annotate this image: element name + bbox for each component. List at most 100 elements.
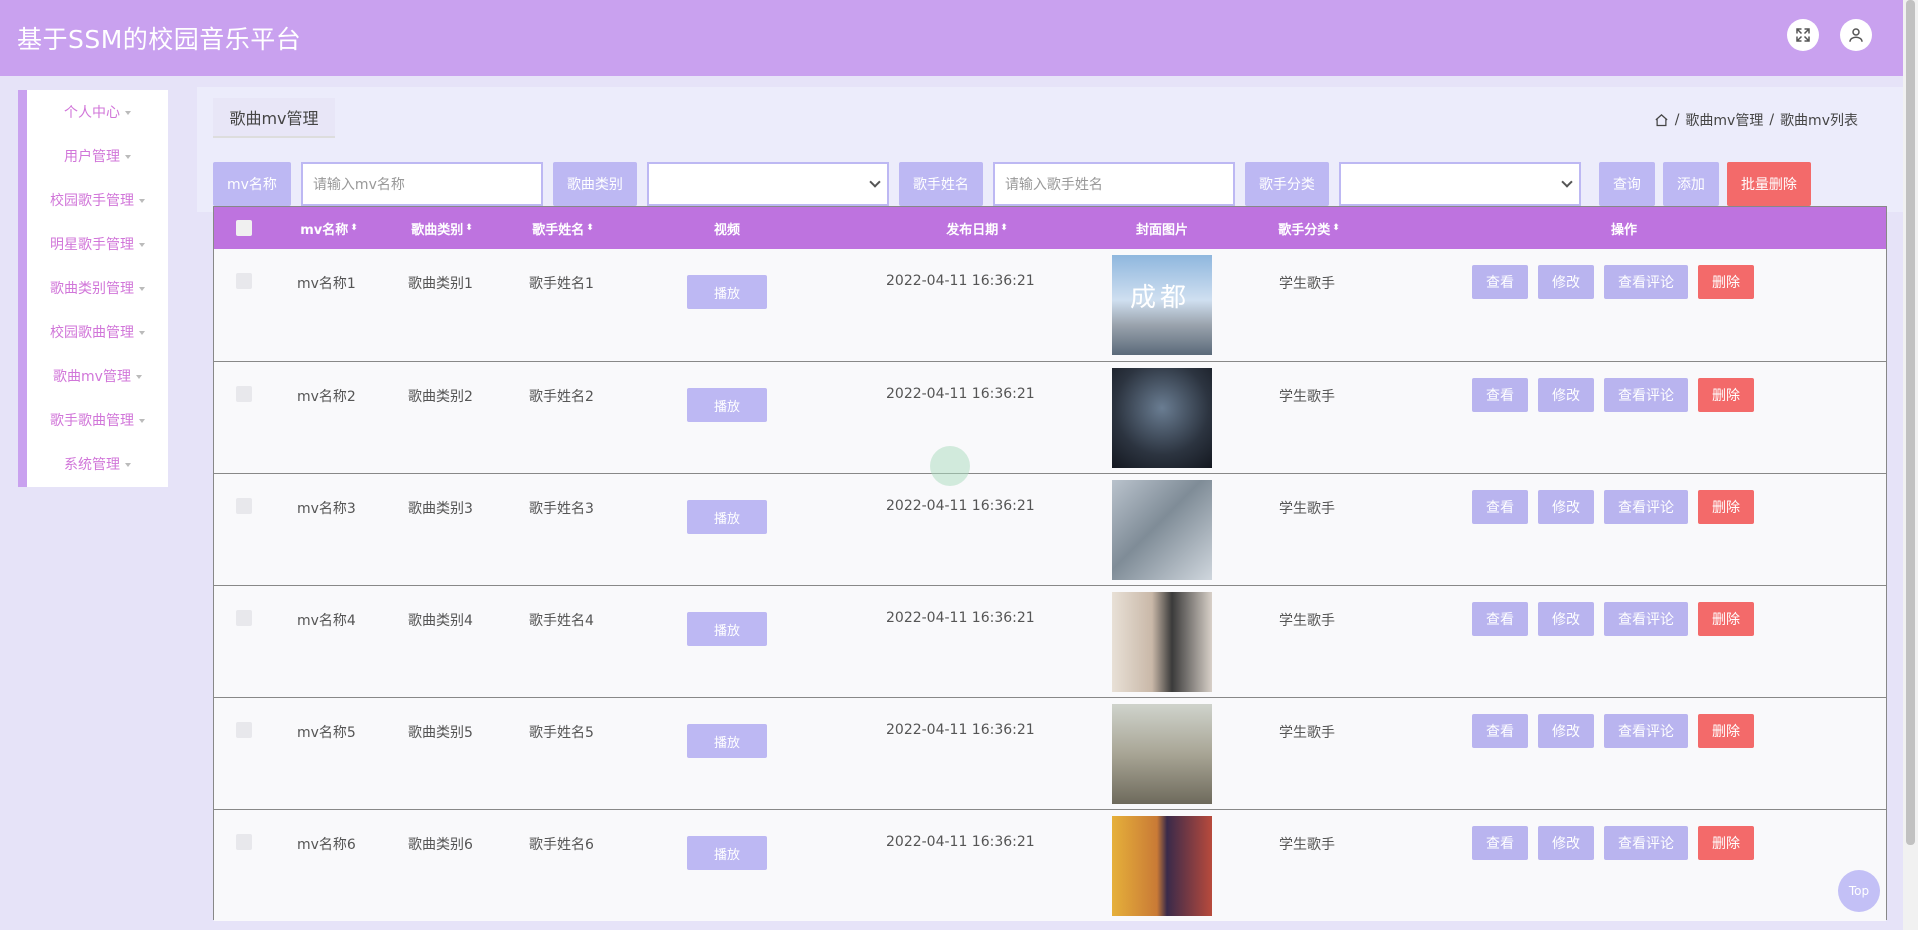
row-checkbox[interactable] bbox=[236, 273, 252, 289]
row-checkbox[interactable] bbox=[236, 722, 252, 738]
cell-singer: 歌手姓名5 bbox=[529, 725, 594, 741]
play-button[interactable]: 播放 bbox=[687, 388, 767, 422]
cell-date: 2022-04-11 16:36:21 bbox=[886, 386, 1035, 402]
category-select[interactable] bbox=[646, 162, 889, 206]
sidebar-item-star-singer[interactable]: 明星歌手管理 bbox=[27, 222, 168, 266]
home-icon[interactable] bbox=[1654, 113, 1669, 128]
category-label: 歌曲类别 bbox=[552, 162, 637, 206]
edit-button[interactable]: 修改 bbox=[1538, 378, 1594, 412]
sidebar-item-system[interactable]: 系统管理 bbox=[27, 442, 168, 486]
delete-button[interactable]: 删除 bbox=[1698, 602, 1754, 636]
cover-image bbox=[1112, 368, 1212, 468]
delete-button[interactable]: 删除 bbox=[1698, 826, 1754, 860]
row-actions: 查看 修改 查看评论 删除 bbox=[1472, 602, 1754, 636]
row-actions: 查看 修改 查看评论 删除 bbox=[1472, 714, 1754, 748]
edit-button[interactable]: 修改 bbox=[1538, 602, 1594, 636]
expand-icon bbox=[1796, 28, 1810, 42]
query-button[interactable]: 查询 bbox=[1598, 162, 1655, 206]
play-button[interactable]: 播放 bbox=[687, 500, 767, 534]
back-to-top-button[interactable]: Top bbox=[1838, 870, 1880, 912]
cover-caption: 成都 bbox=[1130, 283, 1191, 313]
table-row: mv名称3 歌曲类别3 歌手姓名3 播放 2022-04-11 16:36:21 学生歌手… bbox=[214, 473, 1886, 585]
add-button[interactable]: 添加 bbox=[1662, 162, 1719, 206]
view-button[interactable]: 查看 bbox=[1472, 714, 1528, 748]
edit-button[interactable]: 修改 bbox=[1538, 714, 1594, 748]
singer-name-label: 歌手姓名 bbox=[898, 162, 983, 206]
breadcrumb-item[interactable]: 歌曲mv管理 bbox=[1685, 110, 1763, 130]
edit-button[interactable]: 修改 bbox=[1538, 826, 1594, 860]
view-button[interactable]: 查看 bbox=[1472, 602, 1528, 636]
col-cover: 封面图片 bbox=[1135, 222, 1188, 238]
caret-down-icon bbox=[139, 199, 145, 203]
view-comments-button[interactable]: 查看评论 bbox=[1604, 826, 1688, 860]
row-actions: 查看 修改 查看评论 删除 bbox=[1472, 265, 1754, 299]
play-button[interactable]: 播放 bbox=[687, 612, 767, 646]
col-singer[interactable]: 歌手姓名 ⬍ bbox=[518, 207, 608, 249]
singer-name-input[interactable]: 请输入歌手姓名 bbox=[992, 162, 1235, 206]
batch-delete-button[interactable]: 批量删除 bbox=[1726, 162, 1811, 206]
play-button[interactable]: 播放 bbox=[687, 836, 767, 870]
cell-singer-type: 学生歌手 bbox=[1279, 389, 1335, 405]
view-comments-button[interactable]: 查看评论 bbox=[1604, 378, 1688, 412]
delete-button[interactable]: 删除 bbox=[1698, 714, 1754, 748]
sidebar-item-campus-song[interactable]: 校园歌曲管理 bbox=[27, 310, 168, 354]
tab-song-mv[interactable]: 歌曲mv管理 bbox=[213, 98, 335, 138]
row-checkbox[interactable] bbox=[236, 610, 252, 626]
row-checkbox[interactable] bbox=[236, 834, 252, 850]
mv-name-input[interactable]: 请输入mv名称 bbox=[300, 162, 543, 206]
view-comments-button[interactable]: 查看评论 bbox=[1604, 490, 1688, 524]
singer-type-select[interactable] bbox=[1338, 162, 1581, 206]
cell-mv-name: mv名称3 bbox=[297, 501, 356, 517]
view-comments-button[interactable]: 查看评论 bbox=[1604, 602, 1688, 636]
cell-category: 歌曲类别5 bbox=[408, 725, 473, 741]
delete-button[interactable]: 删除 bbox=[1698, 490, 1754, 524]
delete-button[interactable]: 删除 bbox=[1698, 265, 1754, 299]
view-button[interactable]: 查看 bbox=[1472, 826, 1528, 860]
edit-button[interactable]: 修改 bbox=[1538, 265, 1594, 299]
cover-image bbox=[1112, 816, 1212, 916]
cell-date: 2022-04-11 16:36:21 bbox=[886, 834, 1035, 850]
cell-singer: 歌手姓名2 bbox=[529, 389, 594, 405]
sidebar-item-song-mv[interactable]: 歌曲mv管理 bbox=[27, 354, 168, 398]
sidebar-item-singer-song[interactable]: 歌手歌曲管理 bbox=[27, 398, 168, 442]
cell-date: 2022-04-11 16:36:21 bbox=[886, 722, 1035, 738]
col-singer-type[interactable]: 歌手分类 ⬍ bbox=[1264, 207, 1354, 249]
scrollbar-thumb[interactable] bbox=[1906, 0, 1915, 845]
table-header: mv名称 ⬍ 歌曲类别 ⬍ 歌手姓名 ⬍ 视频 发布日期 ⬍ 封面图片 歌手分类 ⬍ 操作 bbox=[214, 207, 1886, 249]
cell-singer-type: 学生歌手 bbox=[1279, 613, 1335, 629]
sidebar-item-user-management[interactable]: 用户管理 bbox=[27, 134, 168, 178]
view-button[interactable]: 查看 bbox=[1472, 490, 1528, 524]
view-button[interactable]: 查看 bbox=[1472, 265, 1528, 299]
row-checkbox[interactable] bbox=[236, 386, 252, 402]
view-button[interactable]: 查看 bbox=[1472, 378, 1528, 412]
sort-icon: ⬍ bbox=[1332, 222, 1340, 233]
user-avatar-button[interactable] bbox=[1840, 19, 1872, 51]
row-checkbox[interactable] bbox=[236, 498, 252, 514]
caret-down-icon bbox=[139, 419, 145, 423]
col-mv-name[interactable]: mv名称 ⬍ bbox=[289, 207, 369, 249]
play-button[interactable]: 播放 bbox=[687, 724, 767, 758]
row-actions: 查看 修改 查看评论 删除 bbox=[1472, 378, 1754, 412]
sort-icon: ⬍ bbox=[350, 222, 358, 233]
view-comments-button[interactable]: 查看评论 bbox=[1604, 265, 1688, 299]
sort-icon: ⬍ bbox=[586, 222, 594, 233]
cell-category: 歌曲类别6 bbox=[408, 837, 473, 853]
cell-mv-name: mv名称2 bbox=[297, 389, 356, 405]
col-date[interactable]: 发布日期 ⬍ bbox=[917, 207, 1037, 249]
caret-down-icon bbox=[125, 155, 131, 159]
caret-down-icon bbox=[139, 331, 145, 335]
sidebar-item-campus-singer[interactable]: 校园歌手管理 bbox=[27, 178, 168, 222]
sidebar-item-personal-center[interactable]: 个人中心 bbox=[27, 90, 168, 134]
row-actions: 查看 修改 查看评论 删除 bbox=[1472, 826, 1754, 860]
delete-button[interactable]: 删除 bbox=[1698, 378, 1754, 412]
app-title: 基于SSM的校园音乐平台 bbox=[17, 25, 302, 54]
sidebar-item-song-category[interactable]: 歌曲类别管理 bbox=[27, 266, 168, 310]
page-scrollbar[interactable] bbox=[1903, 0, 1918, 930]
edit-button[interactable]: 修改 bbox=[1538, 490, 1594, 524]
play-button[interactable]: 播放 bbox=[687, 275, 767, 309]
view-comments-button[interactable]: 查看评论 bbox=[1604, 714, 1688, 748]
col-category[interactable]: 歌曲类别 ⬍ bbox=[397, 207, 487, 249]
select-all-checkbox[interactable] bbox=[236, 220, 252, 236]
mv-table: mv名称 ⬍ 歌曲类别 ⬍ 歌手姓名 ⬍ 视频 发布日期 ⬍ 封面图片 歌手分类 ⬍ 操作… bbox=[213, 206, 1887, 921]
fullscreen-button[interactable] bbox=[1787, 19, 1819, 51]
